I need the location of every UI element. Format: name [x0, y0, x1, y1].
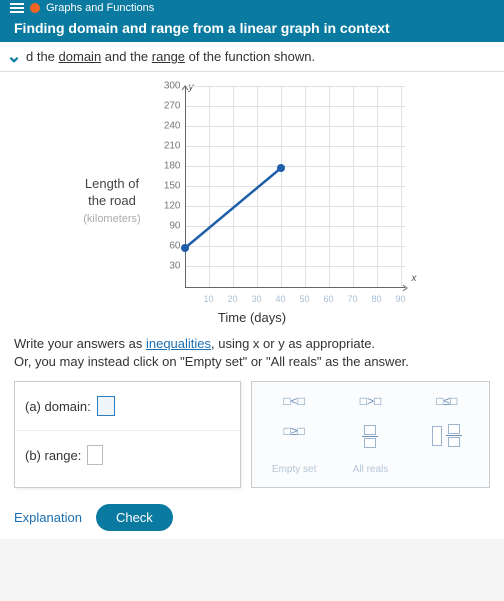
page-title: Finding domain and range from a linear g…	[0, 16, 504, 42]
palette-greater-than[interactable]: □>□	[334, 390, 406, 412]
menu-icon[interactable]	[10, 3, 24, 13]
y-tick: 240	[155, 121, 181, 132]
y-tick: 60	[155, 241, 181, 252]
domain-label: (a) domain:	[25, 399, 91, 414]
palette-greater-equal[interactable]: □≥□	[258, 420, 330, 452]
y-tick: 300	[155, 81, 181, 92]
palette-less-than[interactable]: □<□	[258, 390, 330, 412]
y-tick: 120	[155, 201, 181, 212]
prompt-row: ⌄ d the domain and the range of the func…	[0, 42, 504, 72]
module-dot-icon	[30, 3, 40, 13]
x-axis-label: Time (days)	[14, 310, 490, 325]
y-tick: 150	[155, 181, 181, 192]
data-line	[185, 86, 415, 306]
y-tick: 210	[155, 141, 181, 152]
palette-mixed-fraction[interactable]	[411, 420, 483, 452]
explanation-link[interactable]: Explanation	[14, 510, 82, 525]
chevron-down-icon[interactable]: ⌄	[6, 46, 22, 67]
y-tick: 180	[155, 161, 181, 172]
answer-panel: (a) domain: (b) range:	[14, 381, 241, 488]
y-tick: 90	[155, 221, 181, 232]
palette-fraction[interactable]	[334, 420, 406, 452]
top-breadcrumb-bar: Graphs and Functions	[0, 0, 504, 16]
breadcrumb-text: Graphs and Functions	[46, 2, 154, 14]
range-input[interactable]	[87, 445, 103, 465]
check-button[interactable]: Check	[96, 504, 173, 531]
inequalities-link[interactable]: inequalities	[146, 336, 211, 351]
y-axis-label: Length ofthe road(kilometers)	[62, 176, 162, 227]
palette-all-reals[interactable]: All reals	[334, 460, 406, 479]
palette-empty-set[interactable]: Empty set	[258, 460, 330, 479]
range-row: (b) range:	[15, 430, 240, 479]
symbol-palette: □<□ □>□ □≤□ □≥□ Empty set All reals	[251, 381, 490, 488]
chart: Length ofthe road(kilometers) y x	[72, 86, 432, 306]
plot-area: y x 300 270	[185, 86, 415, 306]
y-tick: 30	[155, 261, 181, 272]
y-tick: 270	[155, 101, 181, 112]
prompt-text: d the domain and the range of the functi…	[26, 49, 315, 64]
domain-row: (a) domain:	[15, 382, 240, 430]
instructions: Write your answers as inequalities, usin…	[14, 335, 490, 371]
range-label: (b) range:	[25, 448, 81, 463]
palette-less-equal[interactable]: □≤□	[411, 390, 483, 412]
domain-input[interactable]	[97, 396, 115, 416]
